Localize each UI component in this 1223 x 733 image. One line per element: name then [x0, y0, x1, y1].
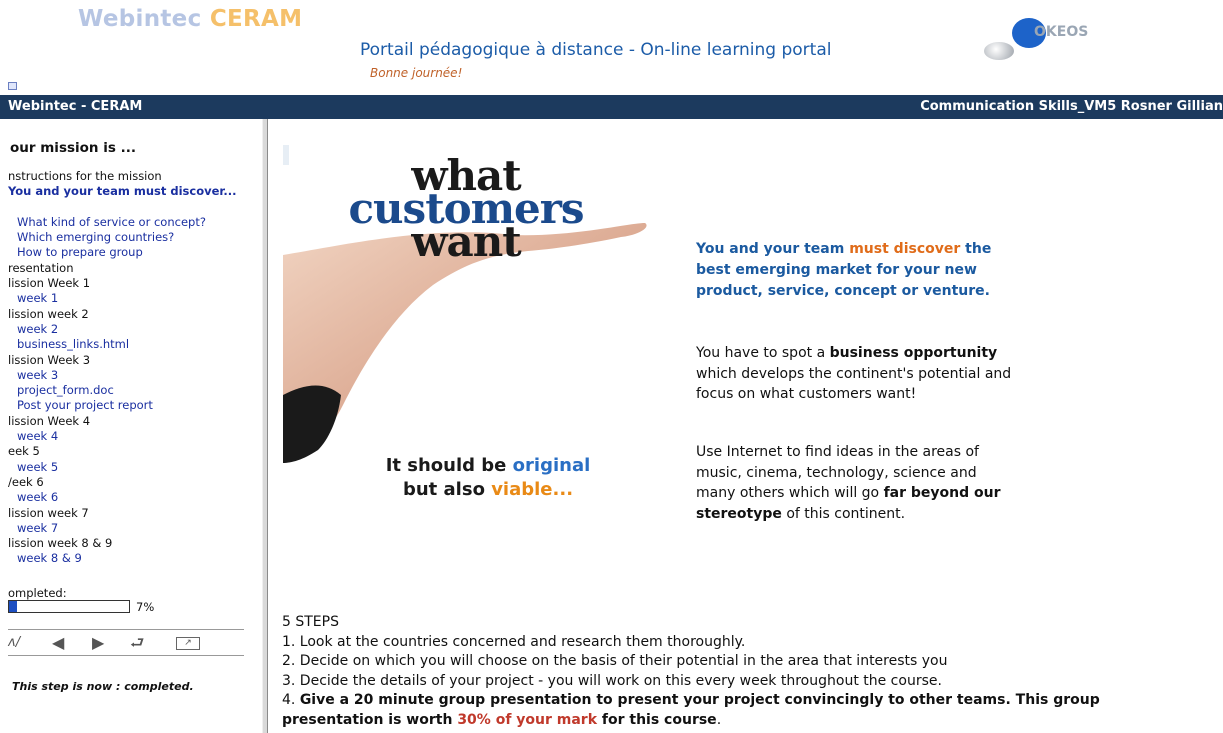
logo-text-webintec: Webintec	[78, 6, 210, 32]
toc-item[interactable]: week 1	[8, 291, 258, 306]
headline-highlight: must discover	[849, 241, 961, 257]
step-1: 1. Look at the countries concerned and r…	[282, 633, 746, 650]
text-part: .	[716, 711, 722, 728]
toc-chapter: lission week 2	[8, 306, 89, 321]
dokeos-grey-sphere-icon	[984, 42, 1014, 60]
text-highlight: 30% of your mark	[457, 711, 598, 728]
text-bold: presentation is worth	[282, 711, 458, 728]
step-4-line-2: presentation is worth 30% of your mark f…	[282, 711, 1212, 731]
toc-item[interactable]: business_links.html	[8, 337, 258, 352]
toc-item[interactable]: Which emerging countries?	[8, 230, 258, 245]
toc-item[interactable]: week 3	[8, 368, 258, 383]
fullscreen-icon[interactable]: ↗	[176, 637, 200, 650]
sleeve-shape	[283, 385, 341, 463]
toc-item[interactable]: project_form.doc	[8, 383, 258, 398]
toc-item[interactable]: week 5	[8, 460, 258, 475]
text-bold: Give a 20 minute group presentation to p…	[299, 692, 1100, 708]
table-of-contents: nstructions for the mission You and your …	[8, 169, 258, 567]
toc-chapter: eek 5	[8, 444, 40, 459]
mission-headline: You and your team must discover the best…	[696, 239, 1016, 302]
institution-name[interactable]: Webintec - CERAM	[8, 99, 142, 114]
next-icon[interactable]: ▶	[92, 635, 104, 651]
text-bold: business opportunity	[829, 345, 998, 361]
toc-item[interactable]: week 2	[8, 322, 258, 337]
caption-part: but also	[402, 479, 492, 500]
caption-ellipsis: ...	[552, 479, 574, 500]
mail-icon[interactable]	[8, 82, 17, 90]
dokeos-logo-text: OKEOS	[1034, 24, 1089, 40]
toc-item[interactable]: week 7	[8, 521, 258, 536]
picture-title: what customers want	[326, 155, 606, 263]
toc-item[interactable]: week 6	[8, 490, 258, 505]
toc-item[interactable]: week 8 & 9	[8, 551, 258, 566]
toc-item[interactable]: You and your team must discover...	[8, 184, 258, 215]
caption-viable: viable	[491, 479, 553, 500]
divider	[8, 655, 244, 656]
toc-chapter: lission week 7	[8, 505, 89, 520]
step-4-line-1: 4. Give a 20 minute group presentation t…	[282, 691, 1212, 711]
webintec-ceram-logo[interactable]: Webintec CERAM	[78, 6, 302, 32]
text-part: of this continent.	[781, 505, 906, 522]
paragraph-opportunity: You have to spot a business opportunity …	[696, 343, 1016, 405]
toc-chapter: resentation	[8, 260, 74, 275]
steps-list: 5 STEPS 1. Look at the countries concern…	[282, 613, 1212, 730]
divider	[8, 629, 244, 630]
portal-title: Portail pédagogique à distance - On-line…	[360, 40, 832, 60]
content-scrollbar[interactable]	[1217, 119, 1223, 733]
squiggle-icon[interactable]: ᴧ/	[8, 635, 20, 651]
course-bar: Webintec - CERAM Communication Skills_VM…	[0, 95, 1223, 119]
toc-chapter: lission week 8 & 9	[8, 536, 113, 551]
caption-part: It should be	[385, 455, 513, 476]
toc-item[interactable]: week 4	[8, 429, 258, 444]
previous-icon[interactable]: ◀	[52, 635, 64, 651]
sidebar-title: our mission is ...	[10, 140, 136, 156]
progress-bar-fill	[9, 601, 18, 612]
text-bold: for this course	[597, 711, 717, 728]
toc-item[interactable]: What kind of service or concept?	[8, 215, 258, 230]
dokeos-logo[interactable]: OKEOS	[984, 18, 1134, 70]
content-frame: what customers want It should be origina…	[268, 119, 1223, 733]
text-part: which develops the continent's potential…	[696, 365, 1012, 403]
refresh-icon[interactable]: ⮐	[130, 635, 144, 651]
progress-percent: 7%	[136, 600, 155, 614]
toc-chapter: lission Week 1	[8, 276, 91, 291]
step-2: 2. Decide on which you will choose on th…	[282, 653, 948, 669]
toc-item[interactable]: Post your project report	[8, 398, 258, 413]
toc-chapter: lission Week 4	[8, 413, 91, 428]
step-status: This step is now : completed.	[12, 680, 194, 693]
paragraph-internet: Use Internet to find ideas in the areas …	[696, 442, 1016, 524]
headline-part: You and your team	[696, 241, 850, 257]
toc-item[interactable]: How to prepare group	[8, 245, 258, 260]
progress-bar	[8, 600, 130, 613]
greeting-text: Bonne journée!	[370, 66, 463, 80]
caption-original: original	[512, 455, 591, 476]
toc-chapter: nstructions for the mission	[8, 169, 162, 183]
step-3: 3. Decide the details of your project - …	[282, 672, 942, 689]
logo-text-ceram: CERAM	[209, 6, 303, 32]
toc-chapter: lission Week 3	[8, 352, 91, 367]
learning-path-sidebar: our mission is ... nstructions for the m…	[0, 119, 262, 733]
progress-label: ompleted:	[8, 586, 67, 600]
toc-chapter: /eek 6	[8, 474, 44, 489]
header: Webintec CERAM Portail pédagogique à dis…	[0, 0, 1223, 95]
picture-caption: It should be original but also viable...	[328, 454, 648, 502]
text-part: You have to spot a	[696, 345, 830, 361]
steps-title: 5 STEPS	[282, 614, 339, 630]
text-part: 4.	[282, 692, 300, 708]
course-name[interactable]: Communication Skills_VM5 Rosner Gillian	[920, 99, 1223, 114]
